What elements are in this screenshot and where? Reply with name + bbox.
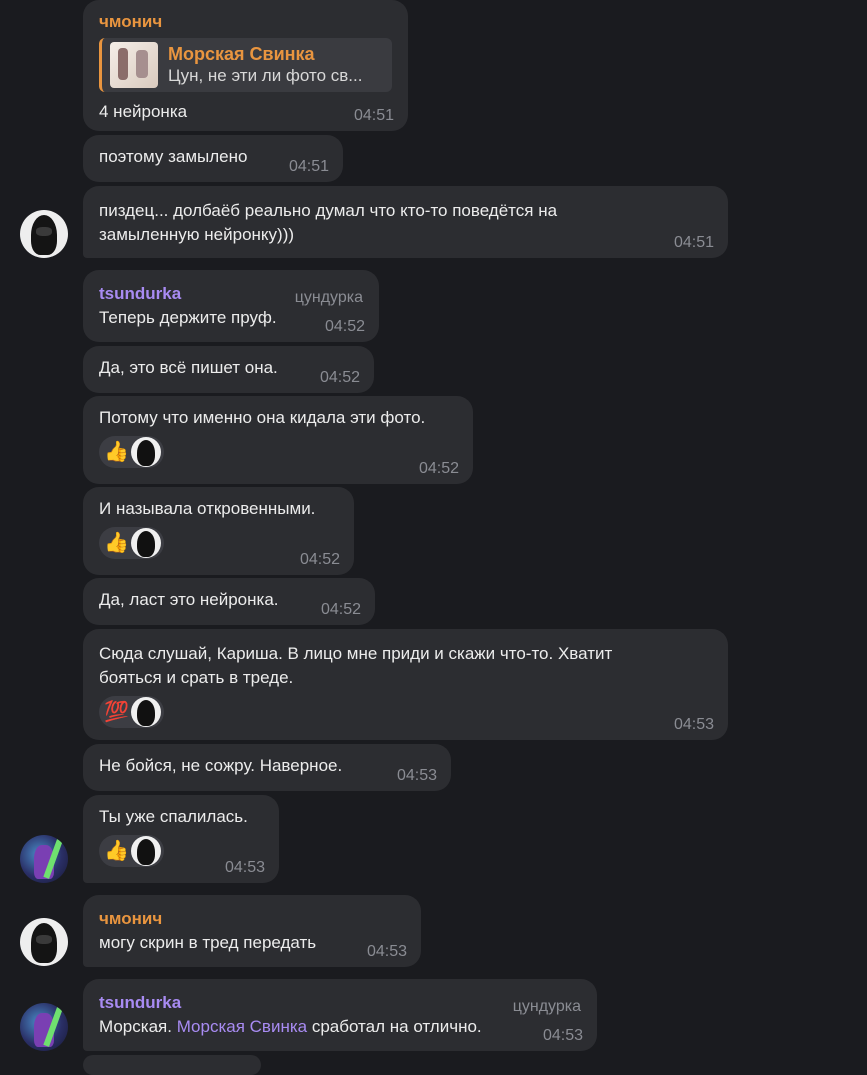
message-bubble[interactable]: Потому что именно она кидала эти фото. 👍… xyxy=(83,396,473,484)
message-text: Не бойся, не сожру. Наверное. xyxy=(99,756,343,775)
reactor-avatar xyxy=(130,437,161,467)
reaction-badge[interactable]: 👍 xyxy=(99,527,164,559)
thumbs-up-icon: 👍 xyxy=(104,532,129,554)
message-time: 04:52 xyxy=(418,460,459,477)
sender-role-badge: цундурка xyxy=(294,289,363,306)
reaction-badge[interactable]: 👍 xyxy=(99,436,164,468)
message-bubble[interactable]: поэтому замылено 04:51 xyxy=(83,135,343,182)
message-bubble[interactable]: И называла откровенными. 👍 04:52 xyxy=(83,487,354,575)
hooded-figure-avatar[interactable] xyxy=(20,918,68,966)
message-time: 04:52 xyxy=(299,551,340,568)
message-text: Потому что именно она кидала эти фото. xyxy=(99,408,426,427)
message-time: 04:52 xyxy=(319,369,360,386)
message-text: пиздец... долбаёб реально думал что кто-… xyxy=(99,201,558,244)
message-time: 04:53 xyxy=(224,859,265,876)
reaction-badge[interactable]: 👍 xyxy=(99,835,164,867)
reply-text: Цун, не эти ли фото св... xyxy=(168,66,363,85)
reactor-avatar xyxy=(130,697,161,727)
text-fragment: сработал на отлично. xyxy=(307,1017,482,1036)
reaction-badge[interactable]: 💯 xyxy=(99,696,164,728)
sender-name[interactable]: чмонич xyxy=(99,909,405,929)
message-bubble[interactable]: Сюда слушай, Кариша. В лицо мне приди и … xyxy=(83,629,728,740)
reply-quote[interactable]: Морская Свинка Цун, не эти ли фото св... xyxy=(99,38,392,92)
sender-name[interactable]: чмонич xyxy=(99,12,392,32)
message-bubble[interactable]: Да, это всё пишет она. 04:52 xyxy=(83,346,374,393)
message-bubble[interactable]: чмонич могу скрин в тред передать 04:53 xyxy=(83,895,421,967)
message-text: могу скрин в тред передать xyxy=(99,933,317,952)
message-time: 04:53 xyxy=(542,1027,583,1044)
sender-role-badge: цундурка xyxy=(512,998,581,1015)
text-fragment: Морская. xyxy=(99,1017,177,1036)
hooded-figure-avatar[interactable] xyxy=(20,210,68,258)
message-time: 04:52 xyxy=(320,601,361,618)
message-bubble[interactable]: пиздец... долбаёб реально думал что кто-… xyxy=(83,186,728,258)
anime-character-avatar[interactable] xyxy=(20,835,68,883)
reply-thumbnail xyxy=(110,42,158,88)
message-time: 04:53 xyxy=(366,943,407,960)
message-text: И называла откровенными. xyxy=(99,499,316,518)
thumbs-up-icon: 👍 xyxy=(104,840,129,862)
message-time: 04:52 xyxy=(324,318,365,335)
message-time: 04:51 xyxy=(353,107,394,124)
reactor-avatar xyxy=(130,528,161,558)
hundred-points-icon: 💯 xyxy=(104,701,129,723)
message-text: Морская. Морская Свинка сработал на отли… xyxy=(99,1015,581,1039)
reply-title: Морская Свинка xyxy=(168,44,315,64)
message-time: 04:51 xyxy=(288,158,329,175)
message-bubble-partial[interactable] xyxy=(83,1055,261,1075)
thumbs-up-icon: 👍 xyxy=(104,441,129,463)
message-time: 04:51 xyxy=(673,234,714,251)
user-mention-link[interactable]: Морская Свинка xyxy=(177,1017,307,1036)
message-bubble[interactable]: Ты уже спалилась. 👍 04:53 xyxy=(83,795,279,883)
message-bubble[interactable]: tsundurka цундурка Теперь держите пруф. … xyxy=(83,270,379,342)
message-text: 4 нейронка xyxy=(99,102,188,121)
message-bubble[interactable]: чмонич Морская Свинка Цун, не эти ли фот… xyxy=(83,0,408,131)
message-bubble[interactable]: tsundurka цундурка Морская. Морская Свин… xyxy=(83,979,597,1051)
message-text: Сюда слушай, Кариша. В лицо мне приди и … xyxy=(99,644,613,687)
message-time: 04:53 xyxy=(673,716,714,733)
message-bubble[interactable]: Не бойся, не сожру. Наверное. 04:53 xyxy=(83,744,451,791)
message-time: 04:53 xyxy=(396,767,437,784)
anime-character-avatar[interactable] xyxy=(20,1003,68,1051)
sender-name[interactable]: tsundurka xyxy=(99,993,581,1013)
message-bubble[interactable]: Да, ласт это нейронка. 04:52 xyxy=(83,578,375,625)
reactor-avatar xyxy=(130,836,161,866)
message-text: Ты уже спалилась. xyxy=(99,807,248,826)
